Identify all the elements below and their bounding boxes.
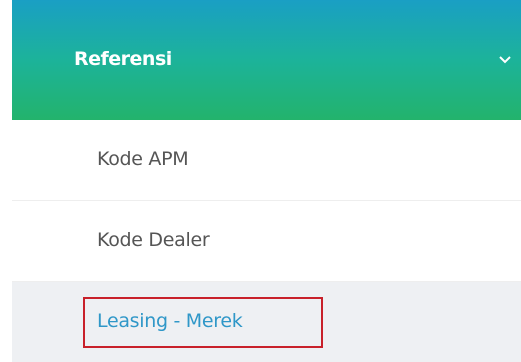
submenu-item-label: Kode Dealer [97,229,210,251]
submenu-item-leasing-merek[interactable]: Leasing - Merek [12,282,521,362]
submenu: Kode APM Kode Dealer Leasing - Merek [12,120,521,362]
submenu-item-kode-apm[interactable]: Kode APM [12,120,521,201]
submenu-item-label: Kode APM [97,148,189,170]
chevron-down-icon[interactable] [497,54,513,66]
menu-group-label: Referensi [74,48,172,70]
submenu-item-label[interactable]: Leasing - Merek [97,310,243,332]
menu-group-referensi[interactable]: Referensi [12,0,521,120]
submenu-item-kode-dealer[interactable]: Kode Dealer [12,201,521,282]
sidebar-menu: Referensi Kode APM Kode Dealer Leasing -… [0,0,521,362]
